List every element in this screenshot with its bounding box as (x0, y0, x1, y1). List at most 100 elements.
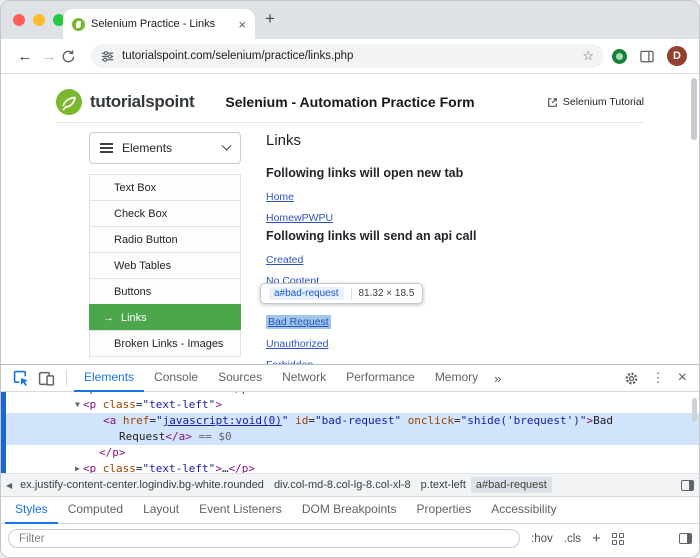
tree-node-a-line1[interactable]: <a href="javascript:void(0)" id="bad-req… (1, 413, 699, 429)
breadcrumb-bar: ◀ ex.justify-content-center.logindiv.bg-… (1, 473, 699, 497)
tutorialspoint-logo-icon (56, 89, 82, 115)
link-homewpwpu[interactable]: HomewPWPU (266, 212, 333, 224)
page-viewport: tutorialspoint Selenium - Automation Pra… (1, 73, 699, 364)
header-divider (56, 122, 644, 123)
devtools-panel: Elements Console Sources Network Perform… (1, 364, 699, 557)
browser-window: Selenium Practice - Links × + ← → tutori… (0, 0, 700, 558)
menu-icon (100, 143, 113, 153)
devtools-toolbar-right: ⋮ × (624, 370, 691, 386)
selected-element-row[interactable]: <a href="javascript:void(0)" id="bad-req… (1, 413, 699, 445)
tab-event-listeners[interactable]: Event Listeners (189, 497, 292, 524)
close-devtools-icon[interactable]: × (678, 370, 687, 386)
link-bad-request[interactable]: Bad Request (266, 315, 331, 329)
browser-tab[interactable]: Selenium Practice - Links × (63, 9, 255, 39)
brand-text: tutorialspoint (90, 92, 194, 112)
elements-tree: ▶<p class="text-left">…</p> ▼<p class="t… (1, 392, 699, 473)
window-close-button[interactable] (13, 14, 25, 26)
toggle-hover-state-button[interactable]: :hov (531, 533, 553, 545)
tooltip-size: 81.32 × 18.5 (359, 288, 415, 299)
url-text[interactable]: tutorialspoint.com/selenium/practice/lin… (122, 50, 576, 62)
devtools-tab-performance[interactable]: Performance (336, 365, 425, 392)
inspect-element-icon[interactable] (9, 370, 34, 387)
profile-avatar[interactable]: D (667, 46, 687, 66)
bookmark-star-icon[interactable]: ☆ (582, 48, 594, 64)
back-icon[interactable]: ← (13, 48, 37, 65)
sidebar-item-buttons[interactable]: Buttons (89, 278, 241, 305)
tab-close-icon[interactable]: × (238, 18, 246, 31)
external-link-icon (547, 97, 558, 108)
sidebar-item-text-box[interactable]: Text Box (89, 174, 241, 201)
sidebar-item-links[interactable]: → Links (89, 304, 241, 331)
section-api-call-heading: Following links will send an api call (266, 229, 476, 243)
page-title: Selenium - Automation Practice Form (225, 94, 474, 110)
elements-dropdown[interactable]: Elements (89, 132, 241, 164)
tab-dom-breakpoints[interactable]: DOM Breakpoints (292, 497, 407, 524)
tree-node-next-p[interactable]: ▶<p class="text-left">…</p> (1, 461, 699, 473)
page-scrollbar[interactable] (691, 78, 697, 140)
tab-layout[interactable]: Layout (133, 497, 189, 524)
breadcrumb-p-text-left[interactable]: p.text-left (416, 477, 471, 493)
dock-side-icon[interactable] (681, 480, 694, 491)
tab-styles[interactable]: Styles (5, 497, 58, 524)
more-options-icon[interactable]: ⋮ (652, 370, 665, 386)
title-bar: Selenium Practice - Links × + (1, 1, 699, 39)
filter-input[interactable] (8, 529, 520, 548)
tab-computed[interactable]: Computed (58, 497, 133, 524)
toolbar-right: D (612, 46, 687, 66)
elements-sidebar: Elements Text Box Check Box Radio Button… (89, 132, 241, 357)
tree-scrollbar[interactable] (692, 398, 697, 422)
more-tabs-icon[interactable]: » (488, 371, 507, 386)
link-created[interactable]: Created (266, 254, 303, 266)
devtools-tab-memory[interactable]: Memory (425, 365, 488, 392)
breadcrumb-scroll-left-icon[interactable]: ◀ (6, 481, 12, 490)
reload-icon[interactable] (61, 49, 85, 64)
breadcrumb-logindiv[interactable]: ex.justify-content-center.logindiv.bg-wh… (15, 477, 269, 493)
sidebar-list: Text Box Check Box Radio Button Web Tabl… (89, 174, 241, 357)
link-home[interactable]: Home (266, 191, 294, 203)
devtools-toolbar: Elements Console Sources Network Perform… (1, 365, 699, 392)
tooltip-selector: a#bad-request (269, 287, 344, 300)
device-toolbar-icon[interactable] (34, 370, 59, 387)
selection-marker (1, 392, 6, 473)
browser-toolbar: ← → tutorialspoint.com/selenium/practice… (1, 39, 699, 73)
devtools-tab-sources[interactable]: Sources (208, 365, 272, 392)
forward-icon[interactable]: → (37, 48, 61, 65)
links-heading: Links (266, 132, 301, 149)
breadcrumb-col-div[interactable]: div.col-md-8.col-lg-8.col-xl-8 (269, 477, 416, 493)
tree-node-p-close[interactable]: </p> (1, 445, 699, 461)
section-new-tab-heading: Following links will open new tab (266, 166, 463, 180)
devtools-tab-network[interactable]: Network (272, 365, 336, 392)
chevron-down-icon (222, 140, 232, 150)
sidebar-item-radio-button[interactable]: Radio Button (89, 226, 241, 253)
selenium-tutorial-link[interactable]: Selenium Tutorial (547, 96, 644, 108)
extension-icon[interactable] (612, 49, 627, 64)
toggle-class-button[interactable]: .cls (564, 533, 581, 545)
breadcrumb-a-bad-request[interactable]: a#bad-request (471, 477, 552, 493)
new-tab-button[interactable]: + (265, 9, 275, 29)
devtools-tab-console[interactable]: Console (144, 365, 208, 392)
active-arrow-icon: → (103, 312, 114, 324)
dock-panel-icon[interactable] (679, 533, 692, 544)
sidebar-item-check-box[interactable]: Check Box (89, 200, 241, 227)
links-content: Links Following links will open new tab … (266, 132, 639, 364)
brand[interactable]: tutorialspoint (56, 89, 194, 115)
tree-node-a-line2[interactable]: Request</a> == $0 (1, 429, 699, 445)
tree-node-p-open[interactable]: ▼<p class="text-left"> (1, 397, 699, 413)
sidebar-item-web-tables[interactable]: Web Tables (89, 252, 241, 279)
tab-properties[interactable]: Properties (407, 497, 482, 524)
devtools-tab-elements[interactable]: Elements (74, 365, 144, 392)
element-states-grid-icon[interactable] (612, 533, 624, 545)
window-minimize-button[interactable] (33, 14, 45, 26)
new-style-rule-button[interactable]: + (592, 531, 601, 546)
styles-tab-bar: Styles Computed Layout Event Listeners D… (1, 497, 699, 524)
tab-accessibility[interactable]: Accessibility (481, 497, 566, 524)
sidebar-item-broken-links[interactable]: Broken Links - Images (89, 330, 241, 357)
link-unauthorized[interactable]: Unauthorized (266, 338, 328, 350)
site-header: tutorialspoint Selenium - Automation Pra… (56, 84, 644, 120)
toolbar-divider (66, 370, 67, 386)
settings-gear-icon[interactable] (624, 371, 639, 386)
side-panel-icon[interactable] (639, 49, 655, 64)
site-settings-icon[interactable] (101, 50, 114, 63)
address-bar[interactable]: tutorialspoint.com/selenium/practice/lin… (91, 44, 604, 68)
tooltip-divider (351, 288, 352, 300)
